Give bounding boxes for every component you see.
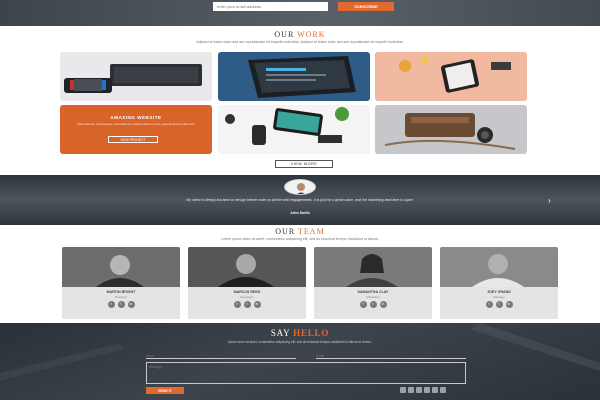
- social-links: f t in: [62, 301, 180, 308]
- portfolio-tile-featured[interactable]: AMAZING WEBSITE Quia dolorem consequatur…: [60, 105, 212, 154]
- footer-social-links: [400, 387, 446, 393]
- team-title-main: OUR: [275, 227, 299, 236]
- chevron-right-icon[interactable]: ›: [548, 196, 551, 205]
- team-member-role: Manager: [493, 295, 505, 299]
- linkedin-icon[interactable]: in: [127, 301, 135, 308]
- testimonial-avatar: [284, 179, 316, 195]
- portfolio-tile-laptop[interactable]: [218, 52, 370, 101]
- github-icon[interactable]: [440, 387, 446, 393]
- name-input[interactable]: [146, 353, 296, 359]
- facebook-icon[interactable]: f: [485, 301, 493, 308]
- contact-subtitle: Ipsum dolor sit amet, consectetur adipis…: [228, 340, 372, 344]
- contact-title-main: SAY: [270, 328, 294, 338]
- tablet-image: [375, 52, 527, 101]
- twitter-icon[interactable]: t: [117, 301, 125, 308]
- team-card: MARCUS REED Developer f t in: [188, 247, 306, 319]
- landing-page: SUBSCRIBE OUR WORK Adipisci at totam dol…: [0, 0, 600, 400]
- gaming-desk-image: [60, 52, 212, 101]
- twitter-icon[interactable]: [408, 387, 414, 393]
- team-member-name: MARCUS REED: [233, 290, 261, 294]
- facebook-icon[interactable]: [400, 387, 406, 393]
- team-card: SAMANTHA CLAY Marketing f t in: [314, 247, 432, 319]
- team-subtitle: Lorem ipsum dolor sit amet, consectetur …: [220, 237, 380, 241]
- portfolio-tile-gaming[interactable]: [60, 52, 212, 101]
- devices-flatlay-image: [218, 105, 370, 154]
- linkedin-icon[interactable]: in: [505, 301, 513, 308]
- subscribe-button[interactable]: SUBSCRIBE: [338, 2, 394, 11]
- team-card: MARTIN BRIGHT Designer f t in: [62, 247, 180, 319]
- work-title-main: OUR: [274, 30, 298, 39]
- instagram-icon[interactable]: [416, 387, 422, 393]
- team-member-role: Developer: [240, 295, 254, 299]
- team-member-role: Marketing: [366, 295, 380, 299]
- team-member-name: SAMANTHA CLAY: [357, 290, 389, 294]
- work-subtitle: Adipisci at totam dolor sed aut repudian…: [196, 40, 404, 44]
- laptop-image: [218, 52, 370, 101]
- team-member-role: Designer: [114, 295, 127, 299]
- social-links: f t in: [440, 301, 558, 308]
- team-member-name: JOEY GRAND: [487, 290, 511, 294]
- team-photo: [314, 247, 432, 287]
- email-input[interactable]: [316, 353, 466, 359]
- team-photo: [188, 247, 306, 287]
- facebook-icon[interactable]: f: [359, 301, 367, 308]
- team-card: JOEY GRAND Manager f t in: [440, 247, 558, 319]
- message-textarea[interactable]: [146, 362, 466, 384]
- work-title-accent: WORK: [297, 30, 326, 39]
- portfolio-tile-tablet[interactable]: [375, 52, 527, 101]
- team-title-accent: TEAM: [298, 227, 325, 236]
- portfolio-grid: AMAZING WEBSITE Quia dolorem consequatur…: [60, 52, 527, 154]
- newsletter-form: SUBSCRIBE: [213, 2, 394, 11]
- view-more-button[interactable]: VIEW MORE: [275, 160, 333, 168]
- social-links: f t in: [314, 301, 432, 308]
- social-links: f t in: [188, 301, 306, 308]
- featured-heading: AMAZING WEBSITE: [110, 115, 162, 120]
- team-member-name: MARTIN BRIGHT: [106, 290, 136, 294]
- featured-text: Quia dolorem consequatur exercitationem …: [77, 122, 195, 126]
- view-project-button[interactable]: VIEW PROJECT: [108, 136, 158, 143]
- testimonial-author: John Smith: [290, 211, 310, 215]
- portfolio-tile-camera[interactable]: [375, 105, 527, 154]
- team-photo: [62, 247, 180, 287]
- linkedin-icon[interactable]: in: [253, 301, 261, 308]
- work-title: OUR WORK: [0, 30, 600, 39]
- team-photo: [440, 247, 558, 287]
- newsletter-email-input[interactable]: [213, 2, 328, 11]
- twitter-icon[interactable]: t: [495, 301, 503, 308]
- dribbble-icon[interactable]: [432, 387, 438, 393]
- linkedin-icon[interactable]: [424, 387, 430, 393]
- facebook-icon[interactable]: f: [233, 301, 241, 308]
- team-title: OUR TEAM: [0, 227, 600, 236]
- send-button[interactable]: SEND IT: [146, 387, 184, 394]
- facebook-icon[interactable]: f: [107, 301, 115, 308]
- linkedin-icon[interactable]: in: [379, 301, 387, 308]
- contact-title: SAY HELLO: [0, 328, 600, 338]
- testimonial-quote: My client is deeply focused on design be…: [186, 198, 414, 202]
- contact-title-accent: HELLO: [293, 328, 330, 338]
- twitter-icon[interactable]: t: [369, 301, 377, 308]
- portfolio-tile-devices[interactable]: [218, 105, 370, 154]
- twitter-icon[interactable]: t: [243, 301, 251, 308]
- camera-bag-image: [375, 105, 527, 154]
